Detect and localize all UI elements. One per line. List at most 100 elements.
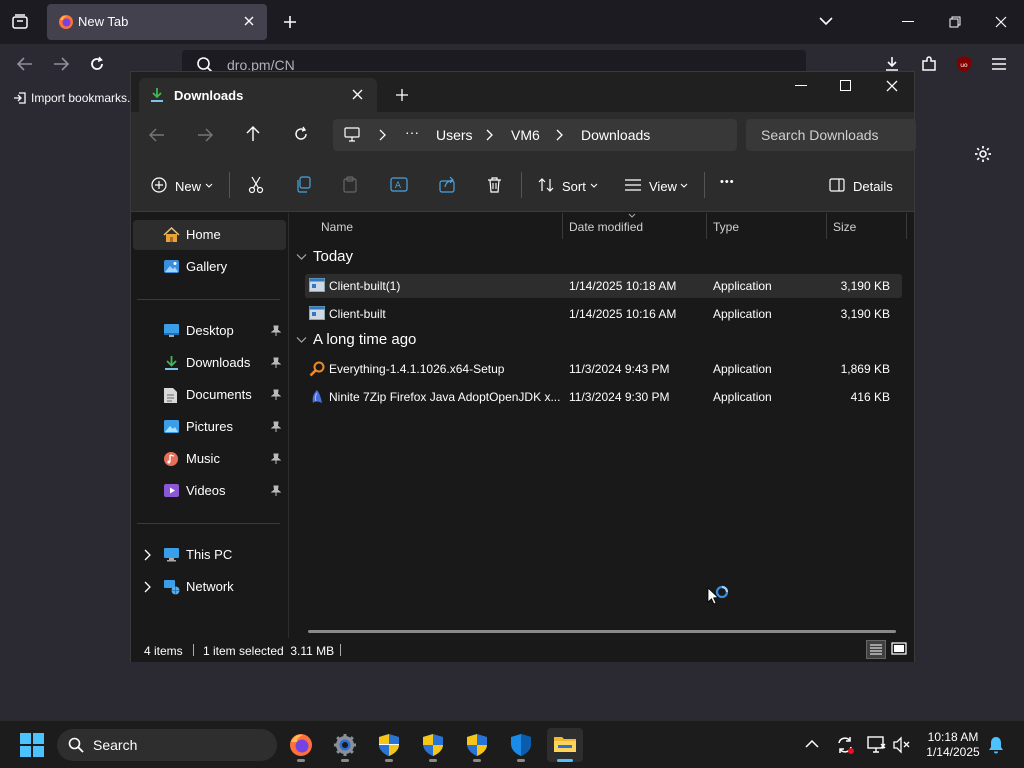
show-hidden-icons-chevron-up-icon[interactable]	[805, 739, 819, 749]
search-downloads-input[interactable]: Search Downloads	[746, 119, 916, 151]
column-header-name[interactable]: Name	[321, 220, 353, 234]
sort-arrows-icon[interactable]	[538, 177, 554, 193]
nav-item-documents[interactable]: Documents	[133, 380, 286, 410]
sort-chevron-down-icon[interactable]	[590, 183, 598, 189]
explorer-back-icon[interactable]	[149, 128, 165, 142]
breadcrumb-downloads[interactable]: Downloads	[581, 127, 650, 143]
column-divider[interactable]	[706, 213, 707, 239]
breadcrumb-chevron-icon[interactable]	[378, 129, 386, 141]
nav-item-network[interactable]: Network	[133, 572, 286, 602]
column-header-type[interactable]: Type	[713, 220, 739, 234]
taskbar-firefox-button[interactable]	[283, 728, 319, 762]
breadcrumb-users[interactable]: Users	[436, 127, 473, 143]
view-lines-icon[interactable]	[625, 179, 641, 191]
taskbar-file-explorer-button[interactable]	[547, 728, 583, 762]
reload-icon[interactable]	[88, 55, 106, 73]
explorer-tab-downloads[interactable]: Downloads	[139, 78, 377, 112]
explorer-minimize-icon[interactable]	[795, 85, 807, 87]
details-pane-icon[interactable]	[829, 178, 845, 192]
taskbar-uac-shield-button[interactable]	[415, 728, 451, 762]
nav-item-gallery[interactable]: Gallery	[133, 252, 286, 282]
breadcrumb-more[interactable]: ···	[405, 124, 419, 140]
breadcrumb-chevron-icon[interactable]	[555, 129, 563, 141]
details-button[interactable]: Details	[853, 179, 893, 194]
column-header-size[interactable]: Size	[833, 220, 856, 234]
large-icons-view-toggle-icon[interactable]	[891, 641, 907, 657]
column-divider[interactable]	[826, 213, 827, 239]
taskbar-uac-shield-button[interactable]	[459, 728, 495, 762]
pin-icon[interactable]	[271, 357, 281, 369]
explorer-forward-icon[interactable]	[197, 128, 213, 142]
nav-item-desktop[interactable]: Desktop	[133, 316, 286, 346]
nav-item-downloads[interactable]: Downloads	[133, 348, 286, 378]
speaker-muted-icon[interactable]	[893, 736, 911, 754]
see-more-button[interactable]: •••	[720, 176, 735, 188]
pin-icon[interactable]	[271, 389, 281, 401]
nav-item-home[interactable]: Home	[133, 220, 286, 250]
expand-chevron-icon[interactable]	[143, 549, 151, 561]
column-header-date-modified[interactable]: Date modified	[569, 220, 643, 234]
browser-tab-new-tab[interactable]: New Tab	[47, 4, 267, 40]
network-monitor-icon[interactable]	[867, 736, 887, 754]
view-button[interactable]: View	[649, 179, 677, 194]
taskbar-search-box[interactable]: Search	[57, 729, 277, 761]
share-icon[interactable]	[439, 176, 456, 193]
newtab-settings-gear-icon[interactable]	[974, 145, 992, 163]
file-row[interactable]: Ninite 7Zip Firefox Java AdoptOpenJDK x.…	[305, 385, 902, 409]
taskbar-uac-shield-button[interactable]	[371, 728, 407, 762]
new-tab-plus-icon[interactable]	[282, 14, 298, 30]
back-arrow-icon[interactable]	[16, 56, 34, 72]
hamburger-menu-icon[interactable]	[991, 57, 1007, 71]
breadcrumb[interactable]: ··· Users VM6 Downloads	[333, 119, 737, 151]
notification-bell-icon[interactable]	[988, 736, 1004, 754]
ublock-origin-icon[interactable]: uo	[955, 55, 973, 73]
pin-icon[interactable]	[271, 453, 281, 465]
taskbar-settings-button[interactable]	[327, 728, 363, 762]
nav-item-this-pc[interactable]: This PC	[133, 540, 286, 570]
view-chevron-down-icon[interactable]	[680, 183, 688, 189]
taskbar-defender-button[interactable]	[503, 728, 539, 762]
forward-arrow-icon[interactable]	[52, 56, 70, 72]
column-divider[interactable]	[562, 213, 563, 239]
nav-item-music[interactable]: Music	[133, 444, 286, 474]
browser-minimize-icon[interactable]	[902, 21, 914, 23]
paste-clipboard-icon[interactable]	[343, 176, 357, 193]
sync-update-icon[interactable]	[835, 735, 855, 755]
cut-scissors-icon[interactable]	[248, 176, 264, 194]
new-button[interactable]: New	[175, 179, 201, 194]
rename-icon[interactable]: A	[390, 176, 408, 193]
breadcrumb-chevron-icon[interactable]	[485, 129, 493, 141]
explorer-up-icon[interactable]	[246, 126, 260, 142]
explorer-close-icon[interactable]	[886, 80, 898, 92]
details-view-toggle-icon[interactable]	[866, 640, 886, 659]
import-bookmarks-link[interactable]: Import bookmarks...	[13, 91, 137, 105]
breadcrumb-vm6[interactable]: VM6	[511, 127, 540, 143]
new-explorer-tab-plus-icon[interactable]	[396, 89, 408, 101]
explorer-maximize-icon[interactable]	[840, 80, 851, 91]
new-chevron-down-icon[interactable]	[205, 183, 213, 189]
nav-item-pictures[interactable]: Pictures	[133, 412, 286, 442]
extensions-puzzle-icon[interactable]	[920, 55, 938, 73]
column-divider[interactable]	[906, 213, 907, 239]
taskbar-clock[interactable]: 10:18 AM 1/14/2025	[918, 730, 988, 760]
list-all-tabs-icon[interactable]	[11, 13, 29, 31]
tab-overflow-chevron-icon[interactable]	[818, 15, 834, 27]
close-explorer-tab-icon[interactable]	[352, 89, 363, 100]
browser-restore-icon[interactable]	[949, 16, 961, 28]
browser-close-icon[interactable]	[995, 16, 1007, 28]
pin-icon[interactable]	[271, 421, 281, 433]
expand-chevron-icon[interactable]	[143, 581, 151, 593]
copy-icon[interactable]	[295, 176, 311, 193]
windows-start-icon[interactable]	[20, 733, 44, 757]
delete-trash-icon[interactable]	[487, 176, 502, 193]
pin-icon[interactable]	[271, 485, 281, 497]
explorer-refresh-icon[interactable]	[293, 126, 309, 142]
group-header-a-long-time-ago[interactable]: A long time ago	[296, 331, 416, 348]
file-row[interactable]: Everything-1.4.1.1026.x64-Setup 11/3/202…	[305, 357, 902, 381]
pin-icon[interactable]	[271, 325, 281, 337]
file-row[interactable]: Client-built 1/14/2025 10:16 AM Applicat…	[305, 302, 902, 326]
new-plus-circle-icon[interactable]	[151, 177, 167, 193]
sort-button[interactable]: Sort	[562, 179, 586, 194]
close-tab-icon[interactable]	[243, 15, 255, 27]
file-row[interactable]: Client-built(1) 1/14/2025 10:18 AM Appli…	[305, 274, 902, 298]
